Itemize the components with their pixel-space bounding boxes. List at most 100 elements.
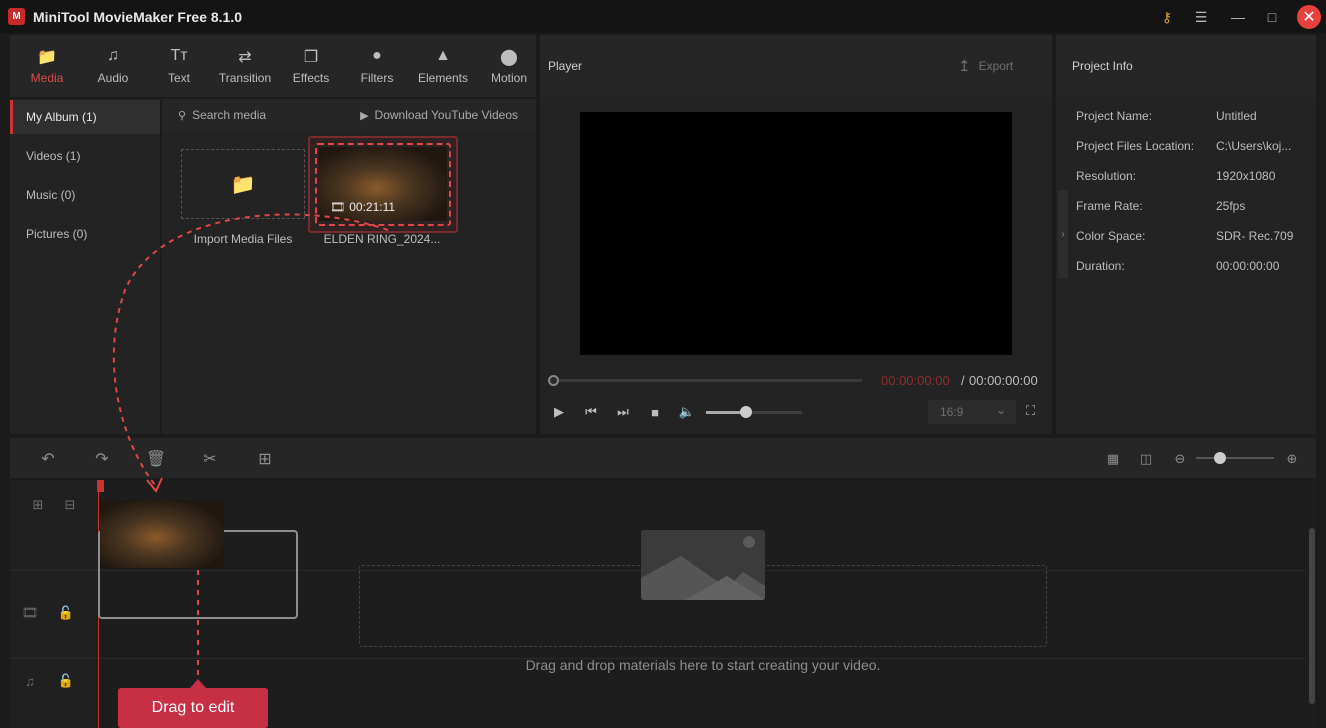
title-bar: M MiniTool MovieMaker Free 8.1.0 ⚷ ☰ — □… <box>0 0 1326 33</box>
export-icon: ↥ <box>958 58 971 75</box>
tab-elements[interactable]: ▲ Elements <box>410 35 476 97</box>
download-youtube-button[interactable]: ▶ Download YouTube Videos <box>360 108 518 122</box>
playhead-handle[interactable] <box>97 480 104 492</box>
app-title: MiniTool MovieMaker Free 8.1.0 <box>33 9 243 25</box>
fullscreen-icon[interactable]: ⛶ <box>1026 403 1035 419</box>
crop-icon[interactable]: ⊞ <box>255 449 275 469</box>
track-headers: ⊞ ⊟ 🎞 🔓 ♫ 🔓 <box>10 480 98 728</box>
search-input[interactable]: ⚲ Search media <box>178 108 266 122</box>
current-time: 00:00:00:00 <box>881 373 950 388</box>
zoom-handle[interactable] <box>1214 452 1226 464</box>
album-item-pictures[interactable]: Pictures (0) <box>10 217 160 251</box>
volume-handle[interactable] <box>740 406 752 418</box>
zoom-in-icon[interactable]: ⊕ <box>1282 449 1302 469</box>
next-frame-icon[interactable]: ⏭ <box>614 403 632 421</box>
player-panel: Player ↥ Export 00:00:00:00 / 00:00:00:0… <box>540 35 1052 434</box>
previous-frame-icon[interactable]: ⏮ <box>582 403 600 421</box>
time-separator: / <box>961 373 965 388</box>
collapse-panel-handle[interactable]: › <box>1058 190 1068 278</box>
video-track-icon: 🎞 <box>21 605 39 620</box>
export-button[interactable]: ↥ Export <box>958 57 1013 75</box>
info-value: 1920x1080 <box>1216 169 1276 183</box>
info-value: 25fps <box>1216 199 1246 213</box>
music-note-icon: ♫ <box>107 47 119 64</box>
tab-label: Motion <box>490 71 528 85</box>
media-clip-card[interactable]: 🎞 00:21:11 <box>308 136 458 233</box>
folder-icon: 📁 <box>37 49 57 66</box>
project-info-header: Project Info <box>1056 35 1316 97</box>
player-header: Player ↥ Export <box>540 35 1052 97</box>
audio-track-icon: ♫ <box>25 673 35 689</box>
tool-tabs: 📁 Media ♫ Audio Tᴛ Text ⇄ Transition ❐ E… <box>10 35 536 97</box>
album-item-music[interactable]: Music (0) <box>10 178 160 212</box>
text-icon: Tᴛ <box>170 47 188 64</box>
album-item-videos[interactable]: Videos (1) <box>10 139 160 173</box>
lock-icon[interactable]: 🔓 <box>57 604 75 622</box>
fit-timeline-icon[interactable]: ▦ <box>1103 449 1123 469</box>
zoom-out-icon[interactable]: ⊖ <box>1170 449 1190 469</box>
info-value: Untitled <box>1216 109 1257 123</box>
aspect-ratio-select[interactable]: 16:9 ⌄ <box>928 400 1016 424</box>
film-icon: 🎞 <box>330 200 346 214</box>
project-info-panel: Project Info Project Name: Untitled Proj… <box>1056 35 1316 434</box>
image-placeholder-icon <box>641 530 765 600</box>
undo-icon[interactable]: ↶ <box>38 449 58 469</box>
maximize-icon[interactable]: □ <box>1262 7 1282 27</box>
aspect-ratio-value: 16:9 <box>940 405 964 419</box>
seek-handle[interactable] <box>548 375 559 386</box>
chevron-down-icon: ⌄ <box>995 403 1006 417</box>
tab-media[interactable]: 📁 Media <box>14 35 80 97</box>
album-item-my-album[interactable]: My Album (1) <box>10 100 160 134</box>
preview-screen <box>580 112 1012 355</box>
tab-label: Elements <box>417 71 469 85</box>
split-icon[interactable]: ✂ <box>200 449 220 469</box>
export-label: Export <box>978 59 1014 73</box>
tab-text[interactable]: Tᴛ Text <box>146 35 212 97</box>
app-logo: M <box>8 8 25 25</box>
info-value: C:\Users\koj... <box>1216 139 1292 153</box>
stop-icon[interactable]: ■ <box>646 403 664 421</box>
clip-duration: 🎞 00:21:11 <box>330 200 395 214</box>
tab-motion[interactable]: ⬤ Motion <box>476 35 542 97</box>
project-info-title: Project Info <box>1072 59 1133 73</box>
import-media-label: Import Media Files <box>193 232 293 246</box>
lock-icon[interactable]: 🔓 <box>57 672 75 690</box>
clip-duration-text: 00:21:11 <box>349 200 396 214</box>
youtube-label: Download YouTube Videos <box>374 108 518 122</box>
tab-label: Filters <box>360 71 394 85</box>
seek-bar[interactable] <box>552 379 862 382</box>
key-icon[interactable]: ⚷ <box>1157 7 1177 27</box>
media-toolbar: ⚲ Search media ▶ Download YouTube Videos <box>162 99 536 131</box>
add-track-icon[interactable]: ⊞ <box>29 496 47 514</box>
tab-label: Transition <box>218 71 272 85</box>
close-button[interactable]: ✕ <box>1297 5 1321 29</box>
close-icon: ✕ <box>1302 9 1316 26</box>
snap-icon[interactable]: ◫ <box>1136 449 1156 469</box>
tab-label: Media <box>30 71 64 85</box>
import-media-button[interactable]: 📁 <box>181 149 305 219</box>
timeline-scrollbar[interactable] <box>1309 528 1315 704</box>
total-time: 00:00:00:00 <box>969 373 1038 388</box>
info-key: Frame Rate: <box>1076 199 1143 213</box>
zoom-slider[interactable] <box>1196 457 1274 459</box>
search-icon: ⚲ <box>178 109 187 122</box>
hamburger-icon[interactable]: ☰ <box>1191 7 1211 27</box>
filters-icon: ● <box>372 47 382 64</box>
tab-transition[interactable]: ⇄ Transition <box>212 35 278 97</box>
delete-icon[interactable]: 🗑 <box>146 449 166 469</box>
remove-track-icon[interactable]: ⊟ <box>61 496 79 514</box>
volume-icon[interactable]: 🔈 <box>678 403 696 421</box>
chevron-right-icon: › <box>1061 228 1065 240</box>
redo-icon[interactable]: ↷ <box>92 449 112 469</box>
media-panel: ⚲ Search media ▶ Download YouTube Videos… <box>162 99 536 434</box>
callout-pointer <box>190 679 206 688</box>
dragged-clip-thumbnail[interactable] <box>100 500 224 568</box>
info-value: SDR- Rec.709 <box>1216 229 1294 243</box>
tab-audio[interactable]: ♫ Audio <box>80 35 146 97</box>
play-icon[interactable]: ▶ <box>550 403 568 421</box>
tab-filters[interactable]: ● Filters <box>344 35 410 97</box>
clip-name: ELDEN RING_2024... <box>323 232 441 246</box>
folder-icon: 📁 <box>230 173 256 196</box>
minimize-icon[interactable]: — <box>1228 7 1248 27</box>
tab-effects[interactable]: ❐ Effects <box>278 35 344 97</box>
